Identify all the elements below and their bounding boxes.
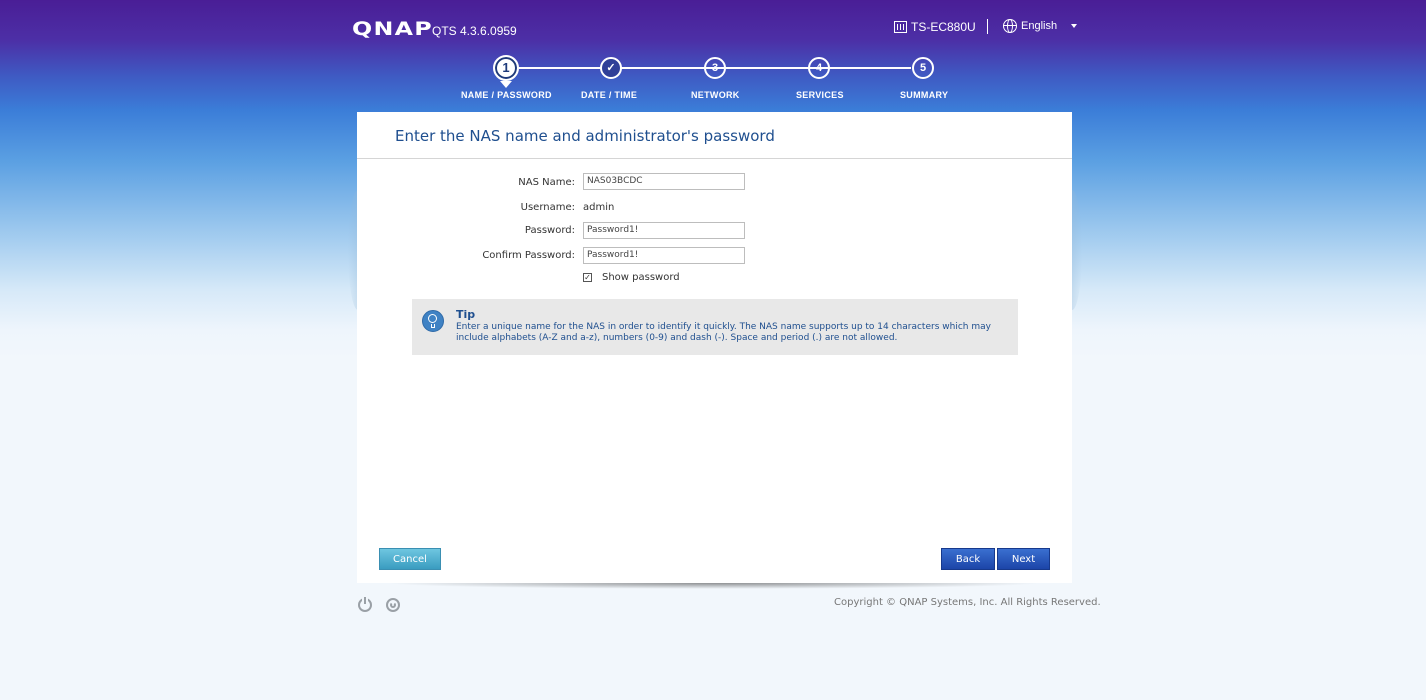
power-icon[interactable] bbox=[358, 597, 372, 612]
nas-device-icon bbox=[894, 21, 907, 33]
model-name: TS-EC880U bbox=[911, 20, 976, 34]
chevron-down-icon bbox=[1071, 24, 1078, 28]
lightbulb-icon bbox=[422, 310, 444, 332]
tip-text: Enter a unique name for the NAS in order… bbox=[456, 322, 991, 343]
confirm-password-input[interactable]: Password1! bbox=[583, 247, 745, 264]
cancel-button[interactable]: Cancel bbox=[379, 548, 441, 570]
step-3: 3 bbox=[704, 57, 726, 79]
language-selector[interactable]: English bbox=[1003, 19, 1078, 33]
panel-header: Enter the NAS name and administrator's p… bbox=[357, 112, 1072, 159]
show-password-label[interactable]: Show password bbox=[602, 272, 680, 283]
qts-version: QTS 4.3.6.0959 bbox=[432, 24, 517, 38]
password-label: Password: bbox=[524, 225, 575, 236]
header-divider bbox=[987, 19, 988, 34]
model-indicator: TS-EC880U bbox=[894, 20, 976, 34]
nas-name-label: NAS Name: bbox=[518, 177, 575, 188]
step-2-check-icon: ✓ bbox=[600, 57, 622, 79]
confirm-password-label: Confirm Password: bbox=[482, 250, 575, 261]
tip-box: Tip Enter a unique name for the NAS in o… bbox=[412, 299, 1018, 355]
language-label: English bbox=[1021, 20, 1058, 32]
show-password-checkbox[interactable]: ✓ bbox=[583, 273, 592, 282]
next-button[interactable]: Next bbox=[997, 548, 1050, 570]
step-2-label: DATE / TIME bbox=[581, 90, 638, 100]
step-4-label: SERVICES bbox=[796, 90, 844, 100]
step-4: 4 bbox=[808, 57, 830, 79]
step-1: 1 bbox=[493, 55, 519, 88]
panel-shadow bbox=[385, 583, 1043, 589]
password-input[interactable]: Password1! bbox=[583, 222, 745, 239]
step-3-label: NETWORK bbox=[691, 90, 740, 100]
step-5: 5 bbox=[912, 57, 934, 79]
copyright-text: Copyright © QNAP Systems, Inc. All Right… bbox=[834, 597, 1101, 608]
page-title: Enter the NAS name and administrator's p… bbox=[395, 127, 775, 145]
tip-title: Tip bbox=[456, 308, 476, 321]
qnap-logo: QNAP bbox=[352, 18, 433, 40]
restart-icon[interactable] bbox=[386, 598, 400, 612]
globe-icon bbox=[1003, 19, 1017, 33]
back-button[interactable]: Back bbox=[941, 548, 995, 570]
username-label: Username: bbox=[520, 202, 575, 213]
step-5-label: SUMMARY bbox=[900, 90, 949, 100]
nas-name-input[interactable]: NAS03BCDC bbox=[583, 173, 745, 190]
step-1-label: NAME / PASSWORD bbox=[461, 90, 552, 100]
username-value: admin bbox=[583, 202, 615, 213]
wizard-panel: Enter the NAS name and administrator's p… bbox=[357, 112, 1072, 583]
